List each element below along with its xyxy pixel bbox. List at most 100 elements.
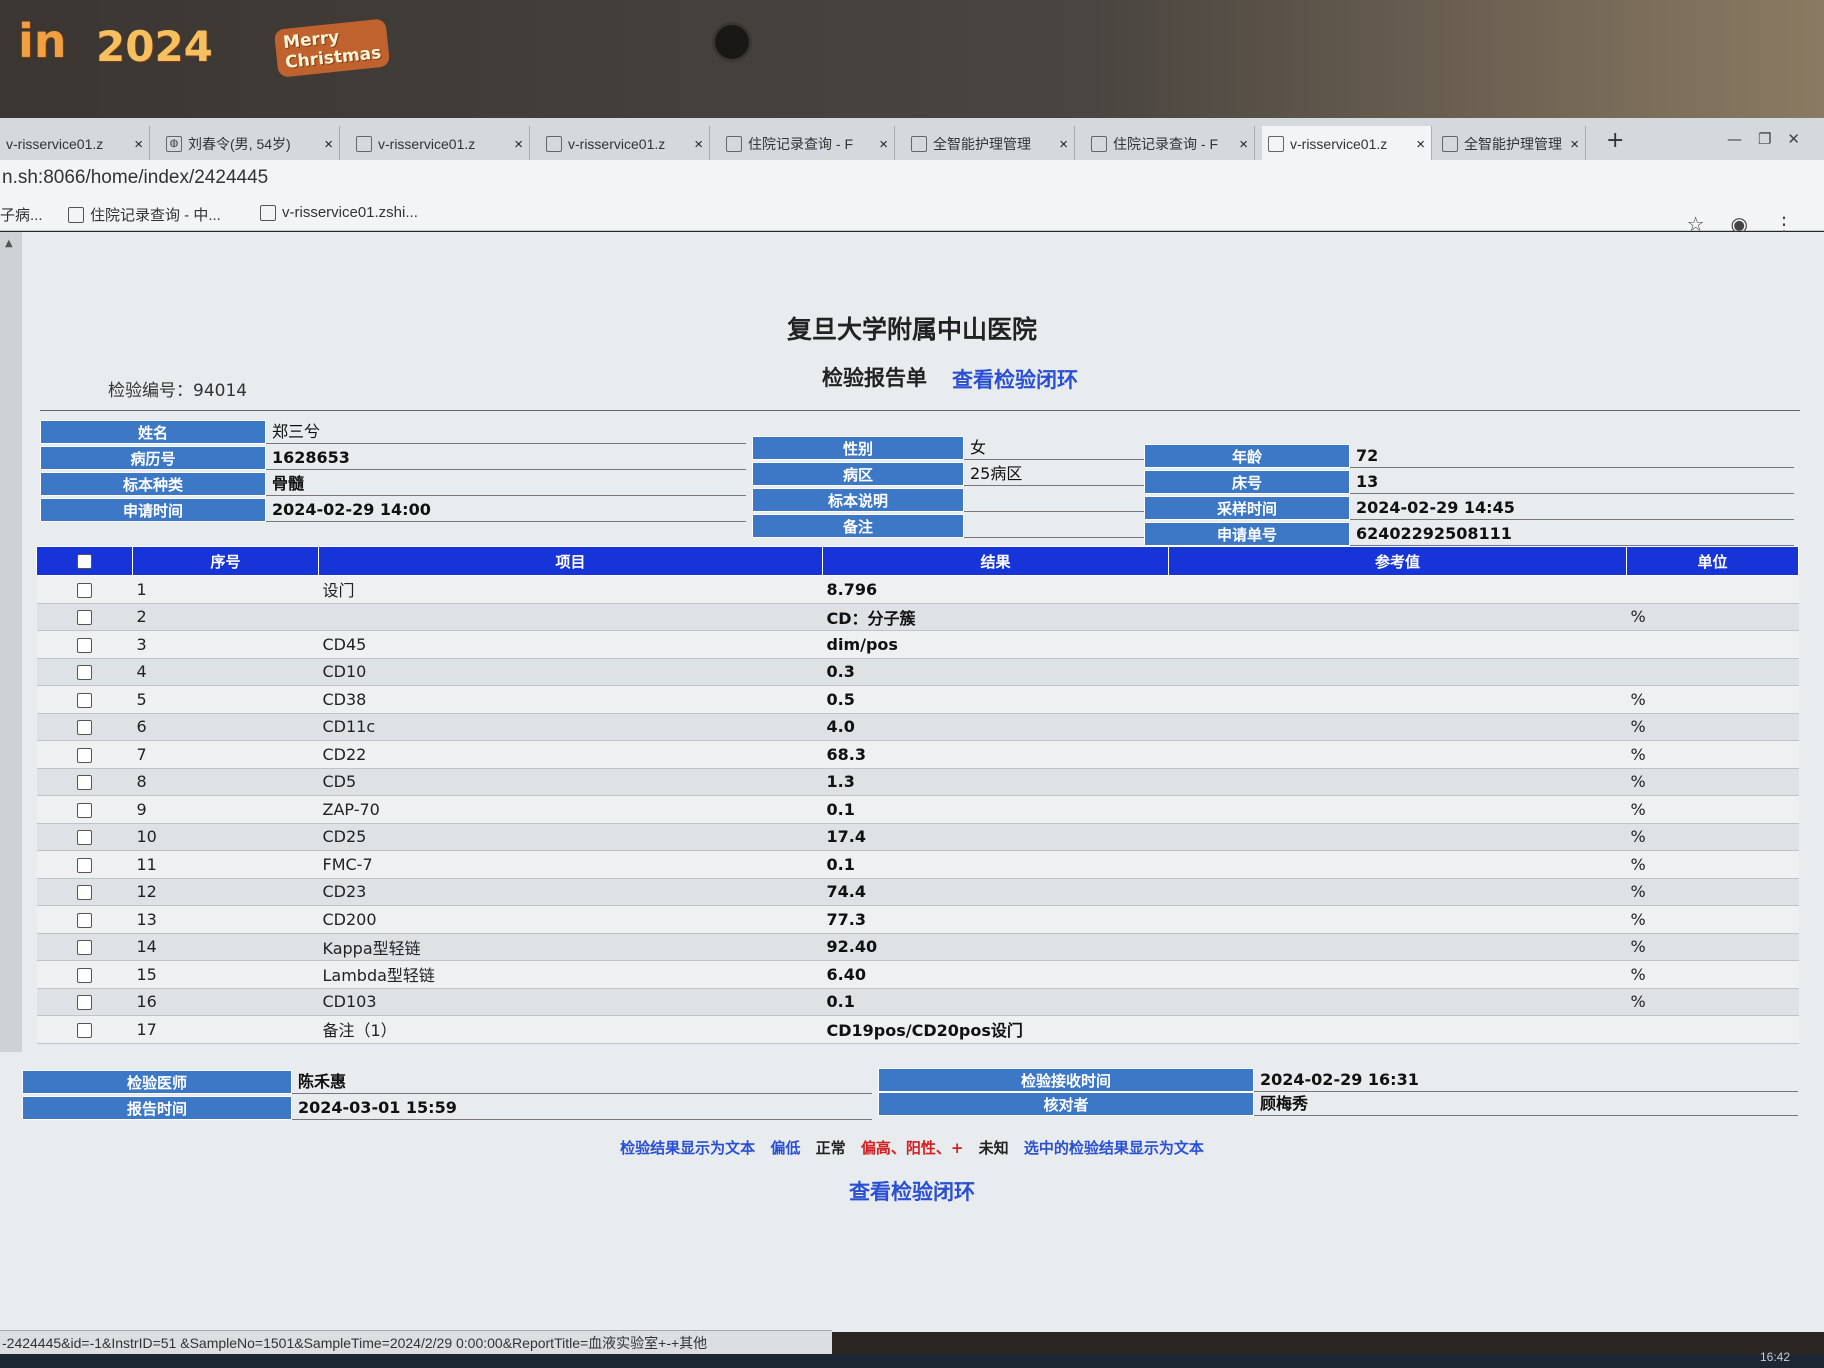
row-checkbox[interactable]	[77, 967, 92, 983]
row-checkbox[interactable]	[77, 885, 92, 901]
table-row[interactable]: 14 Kappa型轻链 92.40%	[36, 933, 1799, 961]
scroll-up-icon[interactable]: ▲	[5, 238, 13, 249]
value: 72	[1350, 444, 1794, 468]
cell-seq: 11	[132, 850, 319, 879]
bookmark-2[interactable]: 住院记录查询 - 中...	[68, 204, 221, 225]
legend-show-text[interactable]: 检验结果显示为文本	[620, 1139, 755, 1157]
table-row[interactable]: 10 CD25 17.4%	[36, 823, 1799, 851]
new-tab-icon[interactable]: +	[1606, 128, 1624, 153]
info-report-time: 报告时间 2024-03-01 15:59	[22, 1096, 872, 1120]
close-icon[interactable]: ×	[1416, 136, 1425, 153]
cell-item: CD23	[318, 878, 823, 906]
tab-label: 全智能护理管理	[1464, 136, 1562, 152]
table-row[interactable]: 6 CD11c 4.0%	[36, 713, 1799, 741]
tab-6[interactable]: 全智能护理管理 ×	[905, 126, 1075, 162]
tab-8-active[interactable]: v-risservice01.z ×	[1262, 126, 1432, 162]
vertical-scrollbar[interactable]: ▲	[0, 232, 22, 1052]
cell-unit: %	[1626, 933, 1799, 961]
tab-3[interactable]: v-risservice01.z ×	[350, 126, 530, 162]
table-row[interactable]: 9 ZAP-70 0.1%	[36, 795, 1799, 824]
close-icon[interactable]: ×	[1239, 136, 1248, 153]
row-checkbox[interactable]	[77, 857, 92, 873]
table-row[interactable]: 7 CD22 68.3%	[36, 740, 1799, 769]
row-checkbox[interactable]	[77, 802, 92, 818]
value: 1628653	[266, 446, 746, 470]
cell-unit: %	[1626, 713, 1799, 741]
legend-low: 偏低	[770, 1139, 801, 1157]
monitor-bezel	[0, 0, 1824, 120]
table-row[interactable]: 2 CD：分子簇%	[36, 603, 1799, 631]
tab-2[interactable]: ◍ 刘春令(男, 54岁) ×	[160, 126, 340, 162]
row-checkbox[interactable]	[77, 665, 92, 681]
bookmark-3[interactable]: v-risservice01.zshi...	[260, 204, 418, 221]
cell-result: 0.5	[822, 685, 1169, 714]
row-checkbox[interactable]	[77, 747, 92, 763]
info-mrn: 病历号 1628653	[40, 446, 746, 470]
row-checkbox[interactable]	[77, 830, 92, 846]
minimize-icon[interactable]: —	[1727, 130, 1742, 148]
select-all-header[interactable]	[36, 546, 133, 576]
label: 病区	[752, 462, 964, 486]
cell-ref	[1168, 630, 1627, 659]
tab-9[interactable]: 全智能护理管理 ×	[1436, 126, 1586, 162]
close-icon[interactable]: ×	[324, 136, 333, 153]
table-row[interactable]: 3 CD45 dim/pos	[36, 630, 1799, 659]
row-checkbox[interactable]	[77, 582, 92, 598]
table-row[interactable]: 11 FMC-7 0.1%	[36, 850, 1799, 879]
closed-loop-link-bottom-text[interactable]: 查看检验闭环	[849, 1180, 975, 1204]
row-checkbox-cell	[36, 768, 133, 796]
close-icon[interactable]: ×	[1059, 136, 1068, 153]
closed-loop-link-top[interactable]: 查看检验闭环	[952, 364, 1078, 394]
tab-label: 住院记录查询 - F	[748, 136, 853, 152]
tab-4[interactable]: v-risservice01.z ×	[540, 126, 710, 162]
close-icon[interactable]: ×	[134, 136, 143, 153]
row-checkbox[interactable]	[77, 692, 92, 708]
cell-seq: 12	[132, 878, 319, 906]
tab-5[interactable]: 住院记录查询 - F ×	[720, 126, 895, 162]
row-checkbox[interactable]	[77, 637, 92, 653]
cell-item: FMC-7	[318, 850, 823, 879]
table-row[interactable]: 15 Lambda型轻链 6.40%	[36, 960, 1799, 989]
row-checkbox[interactable]	[77, 610, 92, 626]
table-row[interactable]: 8 CD5 1.3%	[36, 768, 1799, 796]
legend-selected-text[interactable]: 选中的检验结果显示为文本	[1024, 1139, 1204, 1157]
close-window-icon[interactable]: ✕	[1787, 130, 1800, 148]
row-checkbox-cell	[36, 988, 133, 1016]
select-all-checkbox[interactable]	[77, 554, 92, 569]
row-checkbox[interactable]	[77, 912, 92, 928]
cell-unit: %	[1626, 905, 1799, 934]
table-row[interactable]: 17 备注（1） CD19pos/CD20pos设门	[36, 1015, 1799, 1044]
close-icon[interactable]: ×	[694, 136, 703, 153]
table-row[interactable]: 12 CD23 74.4%	[36, 878, 1799, 906]
url-text[interactable]: n.sh:8066/home/index/2424445	[0, 167, 268, 188]
row-checkbox[interactable]	[77, 720, 92, 736]
tab-7[interactable]: 住院记录查询 - F ×	[1085, 126, 1255, 162]
bookmark-1[interactable]: 子病...	[0, 204, 43, 225]
restore-icon[interactable]: ❐	[1758, 130, 1771, 148]
tab-1[interactable]: v-risservice01.z ×	[0, 126, 150, 162]
table-row[interactable]: 1 设门 8.796	[36, 575, 1799, 604]
bookmarks-bar: 子病... 住院记录查询 - 中... v-risservice01.zshi.…	[0, 196, 1824, 231]
table-row[interactable]: 13 CD200 77.3%	[36, 905, 1799, 934]
address-bar[interactable]: n.sh:8066/home/index/2424445	[0, 160, 1824, 196]
row-checkbox[interactable]	[77, 995, 92, 1011]
close-icon[interactable]: ×	[514, 136, 523, 153]
label: 申请时间	[40, 498, 266, 522]
cell-seq: 9	[132, 795, 319, 824]
row-checkbox[interactable]	[77, 940, 92, 956]
cell-result: 0.1	[822, 850, 1169, 879]
table-row[interactable]: 16 CD103 0.1%	[36, 988, 1799, 1016]
row-checkbox[interactable]	[77, 1022, 92, 1038]
tab-label: 住院记录查询 - F	[1113, 136, 1218, 152]
row-checkbox[interactable]	[77, 775, 92, 791]
table-row[interactable]: 5 CD38 0.5%	[36, 685, 1799, 714]
taskbar	[0, 1354, 1824, 1368]
cell-seq: 2	[132, 603, 319, 631]
row-checkbox-cell	[36, 658, 133, 686]
cell-item: 备注（1）	[318, 1015, 823, 1044]
close-icon[interactable]: ×	[879, 136, 888, 153]
close-icon[interactable]: ×	[1570, 136, 1579, 153]
cell-unit: %	[1626, 878, 1799, 906]
table-row[interactable]: 4 CD10 0.3	[36, 658, 1799, 686]
value: 郑三兮	[266, 420, 746, 444]
